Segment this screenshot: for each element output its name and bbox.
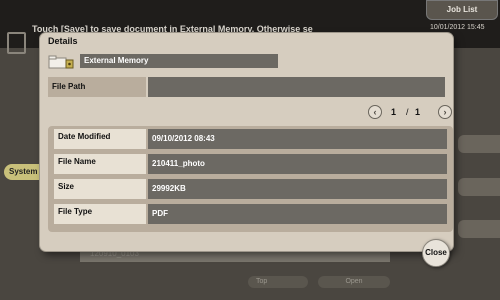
info-label: File Type [54,204,146,224]
dialog-title: Details [48,36,78,46]
info-row-file-type: File Type PDF [54,204,449,224]
page-current: 1 [391,107,397,117]
info-label: Size [54,179,146,199]
file-path-label: File Path [48,77,146,97]
job-list-button[interactable]: Job List [426,0,498,20]
info-label: Date Modified [54,129,146,149]
datetime-label: 10/01/2012 15:45 [430,24,485,31]
info-row-file-name: File Name 210411_photo [54,154,449,174]
chevron-left-icon: ‹ [373,107,377,117]
info-value: 210411_photo [148,154,447,174]
top-button[interactable]: Top [248,276,308,288]
close-button[interactable]: Close [422,239,450,267]
page-total: 1 [415,107,421,117]
side-tab[interactable] [458,135,500,153]
file-path-value [148,77,445,97]
info-label: File Name [54,154,146,174]
side-tab[interactable] [458,178,500,196]
info-value: PDF [148,204,447,224]
info-row-size: Size 29992KB [54,179,449,199]
previous-page-button[interactable]: ‹ [368,105,382,119]
details-dialog: Details External Memory File Path ‹ 1 / … [40,33,453,251]
chevron-right-icon: › [443,107,447,117]
info-row-date-modified: Date Modified 09/10/2012 08:43 [54,129,449,149]
side-tab[interactable] [458,220,500,238]
file-info-panel: Date Modified 09/10/2012 08:43 File Name… [48,126,453,232]
document-icon [7,32,26,54]
next-page-button[interactable]: › [438,105,452,119]
info-value: 09/10/2012 08:43 [148,129,447,149]
page-separator: / [406,107,409,117]
info-value: 29992KB [148,179,447,199]
open-button[interactable]: Open [318,276,390,288]
folder-lock-icon [48,55,74,69]
storage-location-label: External Memory [80,54,278,68]
